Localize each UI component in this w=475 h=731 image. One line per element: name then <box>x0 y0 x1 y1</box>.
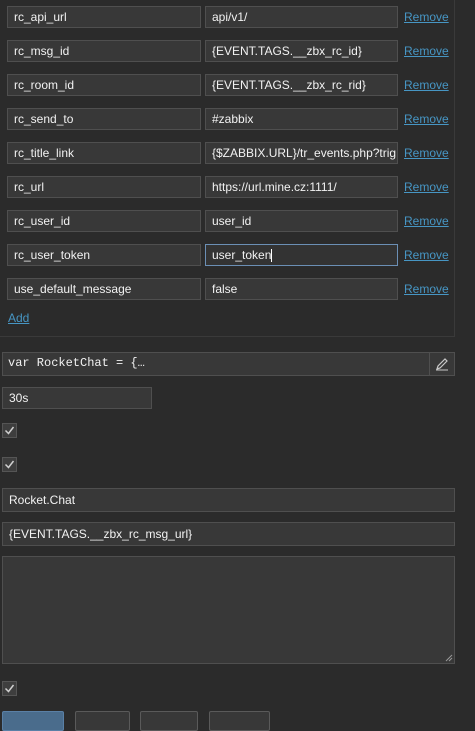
param-value-input[interactable]: api/v1/ <box>205 6 398 28</box>
remove-param-link[interactable]: Remove <box>404 279 449 299</box>
param-name-input[interactable]: rc_api_url <box>7 6 201 28</box>
script-preview: var RocketChat = {… <box>8 356 145 370</box>
param-value-text: user_token <box>212 248 272 262</box>
param-name-input[interactable]: rc_user_token <box>7 244 201 266</box>
pencil-icon <box>436 358 448 371</box>
remove-param-link[interactable]: Remove <box>404 109 449 129</box>
add-param-link[interactable]: Add <box>8 311 29 325</box>
update-button[interactable] <box>2 711 64 731</box>
remove-param-link[interactable]: Remove <box>404 143 449 163</box>
cancel-button[interactable] <box>209 711 270 731</box>
param-value-input[interactable]: {$ZABBIX.URL}/tr_events.php?trig <box>205 142 398 164</box>
resize-grip-icon[interactable] <box>445 654 453 662</box>
remove-param-link[interactable]: Remove <box>404 211 449 231</box>
param-value-input[interactable]: {EVENT.TAGS.__zbx_rc_rid} <box>205 74 398 96</box>
remove-param-link[interactable]: Remove <box>404 7 449 27</box>
param-name-input[interactable]: rc_title_link <box>7 142 201 164</box>
remove-param-link[interactable]: Remove <box>404 75 449 95</box>
include-event-menu-checkbox[interactable] <box>2 457 17 472</box>
param-name-input[interactable]: rc_url <box>7 176 201 198</box>
check-icon <box>4 460 15 469</box>
param-value-input[interactable]: https://url.mine.cz:1111/ <box>205 176 398 198</box>
param-name-input[interactable]: rc_msg_id <box>7 40 201 62</box>
param-value-input-focused[interactable]: user_token <box>205 244 398 266</box>
clone-button[interactable] <box>75 711 130 731</box>
parameters-panel: rc_api_url api/v1/ Remove rc_msg_id {EVE… <box>0 0 455 337</box>
param-name-input[interactable]: rc_send_to <box>7 108 201 130</box>
text-cursor <box>271 249 273 263</box>
param-name-input[interactable]: rc_user_id <box>7 210 201 232</box>
param-name-input[interactable]: use_default_message <box>7 278 201 300</box>
menu-entry-name-input[interactable]: Rocket.Chat <box>2 488 455 512</box>
delete-button[interactable] <box>140 711 198 731</box>
param-name-input[interactable]: rc_room_id <box>7 74 201 96</box>
menu-entry-url-input[interactable]: {EVENT.TAGS.__zbx_rc_msg_url} <box>2 522 455 546</box>
process-tags-checkbox[interactable] <box>2 423 17 438</box>
param-value-input[interactable]: false <box>205 278 398 300</box>
param-value-input[interactable]: {EVENT.TAGS.__zbx_rc_id} <box>205 40 398 62</box>
param-value-input[interactable]: #zabbix <box>205 108 398 130</box>
description-textarea[interactable] <box>2 556 455 664</box>
remove-param-link[interactable]: Remove <box>404 245 449 265</box>
edit-script-button[interactable] <box>429 353 454 375</box>
script-field[interactable]: var RocketChat = {… <box>2 352 455 376</box>
remove-param-link[interactable]: Remove <box>404 177 449 197</box>
timeout-input[interactable]: 30s <box>2 387 152 409</box>
check-icon <box>4 684 15 693</box>
param-value-input[interactable]: user_id <box>205 210 398 232</box>
enabled-checkbox[interactable] <box>2 681 17 696</box>
remove-param-link[interactable]: Remove <box>404 41 449 61</box>
check-icon <box>4 426 15 435</box>
